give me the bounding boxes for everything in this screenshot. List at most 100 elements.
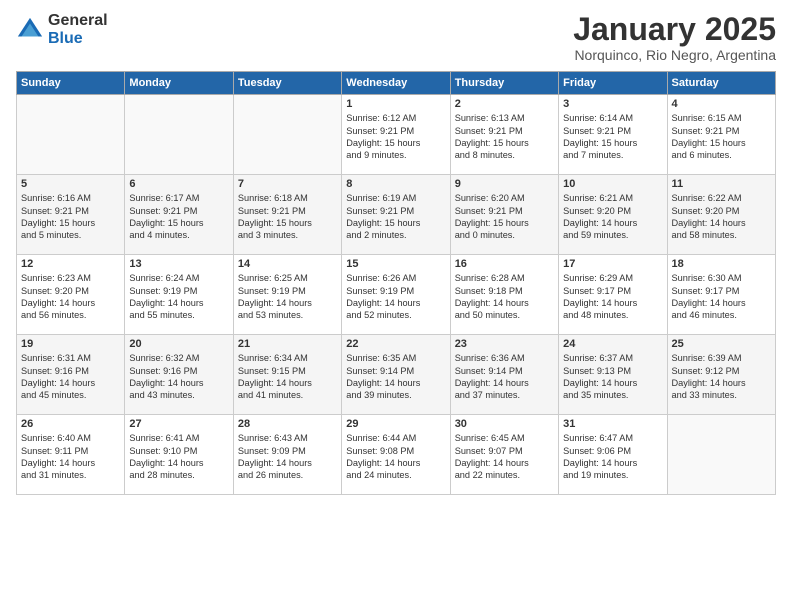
cell-line: and 41 minutes.: [238, 389, 337, 401]
calendar-cell: [17, 95, 125, 175]
calendar-cell: 20Sunrise: 6:32 AMSunset: 9:16 PMDayligh…: [125, 335, 233, 415]
calendar-cell: 14Sunrise: 6:25 AMSunset: 9:19 PMDayligh…: [233, 255, 341, 335]
cell-line: Sunrise: 6:19 AM: [346, 192, 445, 204]
calendar-cell: 8Sunrise: 6:19 AMSunset: 9:21 PMDaylight…: [342, 175, 450, 255]
cell-line: Sunrise: 6:31 AM: [21, 352, 120, 364]
cell-line: and 46 minutes.: [672, 309, 771, 321]
cell-line: Sunrise: 6:35 AM: [346, 352, 445, 364]
calendar-week-4: 26Sunrise: 6:40 AMSunset: 9:11 PMDayligh…: [17, 415, 776, 495]
cell-line: Daylight: 15 hours: [346, 137, 445, 149]
logo: General Blue: [16, 12, 108, 47]
cell-line: Sunrise: 6:40 AM: [21, 432, 120, 444]
calendar-cell: [125, 95, 233, 175]
cell-line: and 55 minutes.: [129, 309, 228, 321]
cell-line: Sunset: 9:17 PM: [563, 285, 662, 297]
cell-line: Daylight: 14 hours: [238, 377, 337, 389]
cell-line: and 6 minutes.: [672, 149, 771, 161]
calendar-table: SundayMondayTuesdayWednesdayThursdayFrid…: [16, 71, 776, 495]
header-cell-wednesday: Wednesday: [342, 72, 450, 95]
cell-line: Daylight: 15 hours: [672, 137, 771, 149]
cell-line: Sunset: 9:21 PM: [672, 125, 771, 137]
cell-line: and 53 minutes.: [238, 309, 337, 321]
cell-line: Sunset: 9:19 PM: [238, 285, 337, 297]
cell-line: Daylight: 14 hours: [238, 297, 337, 309]
cell-line: Sunset: 9:20 PM: [672, 205, 771, 217]
cell-line: Daylight: 14 hours: [238, 457, 337, 469]
cell-line: Sunset: 9:12 PM: [672, 365, 771, 377]
day-number: 20: [129, 338, 228, 350]
cell-line: Sunset: 9:16 PM: [129, 365, 228, 377]
cell-line: Sunrise: 6:36 AM: [455, 352, 554, 364]
cell-line: Sunset: 9:10 PM: [129, 445, 228, 457]
day-number: 4: [672, 98, 771, 110]
cell-line: and 4 minutes.: [129, 229, 228, 241]
calendar-body: 1Sunrise: 6:12 AMSunset: 9:21 PMDaylight…: [17, 95, 776, 495]
cell-line: and 2 minutes.: [346, 229, 445, 241]
day-number: 22: [346, 338, 445, 350]
cell-line: and 8 minutes.: [455, 149, 554, 161]
calendar-cell: 30Sunrise: 6:45 AMSunset: 9:07 PMDayligh…: [450, 415, 558, 495]
day-number: 15: [346, 258, 445, 270]
day-number: 29: [346, 418, 445, 430]
day-number: 14: [238, 258, 337, 270]
cell-line: Sunrise: 6:41 AM: [129, 432, 228, 444]
day-number: 31: [563, 418, 662, 430]
calendar-cell: 9Sunrise: 6:20 AMSunset: 9:21 PMDaylight…: [450, 175, 558, 255]
cell-line: Sunset: 9:19 PM: [346, 285, 445, 297]
cell-line: Sunrise: 6:18 AM: [238, 192, 337, 204]
day-number: 8: [346, 178, 445, 190]
cell-line: Daylight: 14 hours: [455, 457, 554, 469]
cell-line: and 39 minutes.: [346, 389, 445, 401]
logo-text: General Blue: [48, 12, 108, 47]
cell-line: Sunrise: 6:13 AM: [455, 112, 554, 124]
cell-line: Daylight: 14 hours: [129, 457, 228, 469]
day-number: 17: [563, 258, 662, 270]
header-cell-monday: Monday: [125, 72, 233, 95]
cell-line: Sunrise: 6:14 AM: [563, 112, 662, 124]
cell-line: Sunset: 9:08 PM: [346, 445, 445, 457]
calendar-cell: 15Sunrise: 6:26 AMSunset: 9:19 PMDayligh…: [342, 255, 450, 335]
header-cell-tuesday: Tuesday: [233, 72, 341, 95]
calendar-cell: 18Sunrise: 6:30 AMSunset: 9:17 PMDayligh…: [667, 255, 775, 335]
cell-line: Sunset: 9:21 PM: [21, 205, 120, 217]
calendar-cell: 17 Sunrise: 6:29 AMSunset: 9:17 PMDayligh…: [559, 255, 667, 335]
calendar-cell: 19Sunrise: 6:31 AMSunset: 9:16 PMDayligh…: [17, 335, 125, 415]
cell-line: and 50 minutes.: [455, 309, 554, 321]
calendar-cell: 3Sunrise: 6:14 AMSunset: 9:21 PMDaylight…: [559, 95, 667, 175]
cell-line: Sunrise: 6:37 AM: [563, 352, 662, 364]
cell-line: Daylight: 15 hours: [455, 137, 554, 149]
cell-line: Sunset: 9:19 PM: [129, 285, 228, 297]
cell-line: Daylight: 14 hours: [563, 377, 662, 389]
cell-line: Sunset: 9:06 PM: [563, 445, 662, 457]
day-number: 18: [672, 258, 771, 270]
header-row: SundayMondayTuesdayWednesdayThursdayFrid…: [17, 72, 776, 95]
location-subtitle: Norquinco, Rio Negro, Argentina: [573, 47, 776, 63]
calendar-cell: 26Sunrise: 6:40 AMSunset: 9:11 PMDayligh…: [17, 415, 125, 495]
cell-line: and 24 minutes.: [346, 469, 445, 481]
logo-general: General: [48, 12, 108, 30]
cell-line: Daylight: 15 hours: [129, 217, 228, 229]
cell-line: Sunrise: 6:21 AM: [563, 192, 662, 204]
cell-line: Sunset: 9:14 PM: [346, 365, 445, 377]
cell-line: Daylight: 14 hours: [346, 377, 445, 389]
cell-line: Sunset: 9:21 PM: [346, 205, 445, 217]
calendar-week-1: 5Sunrise: 6:16 AMSunset: 9:21 PMDaylight…: [17, 175, 776, 255]
calendar-cell: 2Sunrise: 6:13 AMSunset: 9:21 PMDaylight…: [450, 95, 558, 175]
cell-line: Sunrise: 6:29 AM: [563, 272, 662, 284]
day-number: 23: [455, 338, 554, 350]
header: General Blue January 2025 Norquinco, Rio…: [16, 12, 776, 63]
cell-line: and 5 minutes.: [21, 229, 120, 241]
header-cell-sunday: Sunday: [17, 72, 125, 95]
cell-line: Daylight: 14 hours: [563, 297, 662, 309]
day-number: 30: [455, 418, 554, 430]
cell-line: Sunrise: 6:39 AM: [672, 352, 771, 364]
calendar-cell: [667, 415, 775, 495]
calendar-cell: 29Sunrise: 6:44 AMSunset: 9:08 PMDayligh…: [342, 415, 450, 495]
cell-line: Daylight: 15 hours: [563, 137, 662, 149]
calendar-cell: 6Sunrise: 6:17 AMSunset: 9:21 PMDaylight…: [125, 175, 233, 255]
calendar-week-3: 19Sunrise: 6:31 AMSunset: 9:16 PMDayligh…: [17, 335, 776, 415]
day-number: 11: [672, 178, 771, 190]
cell-line: Sunrise: 6:32 AM: [129, 352, 228, 364]
calendar-cell: [233, 95, 341, 175]
cell-line: and 22 minutes.: [455, 469, 554, 481]
